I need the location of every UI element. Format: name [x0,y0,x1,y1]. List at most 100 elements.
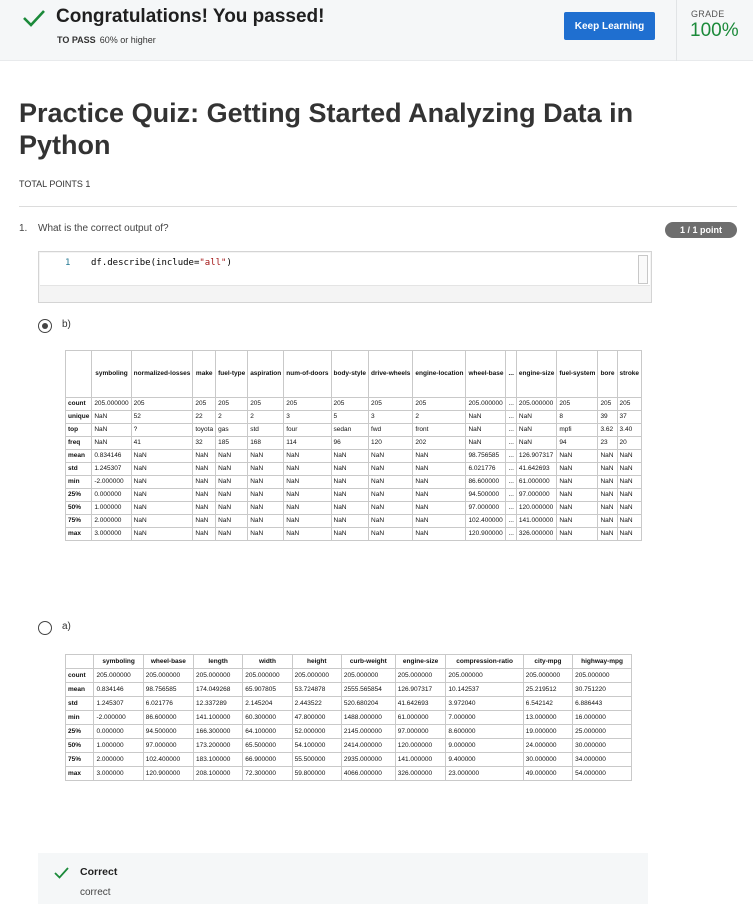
check-icon [54,867,69,879]
table-cell: NaN [597,527,618,541]
table-cell: 1.000000 [91,501,132,515]
row-label: max [64,527,93,541]
table-cell: NaN [597,462,618,476]
option-a-radio[interactable] [38,621,52,635]
table-cell: 3.40 [616,423,643,437]
table-cell: 102.400000 [465,514,507,528]
table-cell: 205.000000 [515,397,558,411]
table-cell: NaN [412,488,467,502]
row-label: freq [64,436,93,450]
table-cell: 7.000000 [445,710,524,725]
column-header: length [192,654,244,669]
table-row: count 205.000000 205.000000 205.000000 205.0… [64,668,632,683]
table-cell: 205.000000 [291,668,342,683]
table-cell: 61.000000 [394,710,447,725]
table-cell: NaN [247,527,285,541]
table-cell: 61.000000 [515,475,558,489]
table-cell: 22 [192,410,217,424]
divider [19,206,737,207]
table-cell: NaN [616,501,643,515]
table-cell: NaN [283,527,332,541]
table-cell: 1.245307 [91,462,132,476]
table-cell: NaN [556,462,599,476]
table-cell: 205.000000 [445,668,524,683]
table-cell: 141.100000 [192,710,244,725]
grade-value: 100% [690,20,739,41]
column-header: body-style [330,350,370,398]
table-cell: 37 [616,410,643,424]
option-a-table: symboling wheel-base length width height curb… [64,654,632,781]
table-cell: 65.907805 [242,682,293,697]
question-text: What is the correct output of? [38,223,169,234]
table-cell: 1.000000 [93,738,144,753]
table-cell: NaN [412,527,467,541]
column-header: curb-weight [340,654,396,669]
table-cell: NaN [368,462,414,476]
column-header: normalized-losses [130,350,194,398]
row-label: 50% [64,501,93,515]
table-cell: NaN [556,488,599,502]
code-editor[interactable]: 1 df.describe(include="all") [40,253,650,286]
row-label: mean [64,682,95,697]
table-row: max 3.000000 120.900000 208.100000 72.300000… [64,766,632,781]
table-cell: NaN [330,462,370,476]
table-row: max 3.000000 NaN NaN NaN NaN NaN NaN NaN NaN 120.9… [64,527,643,541]
row-label: mean [64,449,93,463]
table-cell: NaN [515,436,558,450]
table-cell: 2.443522 [291,696,342,711]
table-cell: 53.724878 [291,682,342,697]
table-cell: 6.542142 [522,696,574,711]
table-cell: 3 [283,410,332,424]
table-cell: ... [505,397,517,411]
table-cell: 72.300000 [242,766,293,781]
table-cell: 6.886443 [572,696,632,711]
column-header: compression-ratio [445,654,524,669]
table-cell: NaN [215,501,249,515]
table-cell: 205 [283,397,332,411]
keep-learning-button[interactable]: Keep Learning [564,12,655,40]
table-cell: 208.100000 [192,766,244,781]
code-scrollbar[interactable] [638,255,648,284]
table-cell: NaN [616,514,643,528]
table-cell: NaN [215,514,249,528]
table-cell: NaN [130,527,194,541]
column-header: make [192,350,217,398]
table-cell: 102.400000 [142,752,194,767]
table-row: count 205.000000 205 205 205 205 205 205 205 205 2… [64,397,643,411]
column-header: symboling [91,350,132,398]
table-cell: NaN [368,501,414,515]
row-label: unique [64,410,93,424]
grade-label: GRADE [691,9,725,19]
table-cell: 2555.565854 [340,682,396,697]
table-cell: -2.000000 [91,475,132,489]
table-cell: 185 [215,436,249,450]
table-cell: NaN [597,501,618,515]
table-cell: 3.000000 [91,527,132,541]
points-badge: 1 / 1 point [665,222,737,238]
table-cell: NaN [91,423,132,437]
table-cell: 39 [597,410,618,424]
table-cell: NaN [91,410,132,424]
table-cell: NaN [247,514,285,528]
table-cell: 120.900000 [142,766,194,781]
table-cell: 25.000000 [572,724,632,739]
table-cell: sedan [330,423,370,437]
table-row: std 1.245307 NaN NaN NaN NaN NaN NaN NaN NaN 6.021… [64,462,643,476]
table-cell: NaN [192,527,217,541]
table-cell: 120.000000 [394,738,447,753]
row-label: min [64,710,95,725]
column-header: fuel-type [215,350,249,398]
result-banner: Congratulations! You passed! TO PASS 60% … [0,0,753,61]
table-cell: 23.000000 [445,766,524,781]
table-cell: 60.300000 [242,710,293,725]
column-header: height [291,654,342,669]
option-b-table: symboling normalized-losses make fuel-type a… [64,350,643,541]
table-cell: NaN [283,475,332,489]
pass-requirement: TO PASS 60% or higher [57,35,156,45]
option-b-radio[interactable] [38,319,52,333]
table-row: min -2.000000 NaN NaN NaN NaN NaN NaN NaN NaN 86.6… [64,475,643,489]
table-cell: 34.000000 [572,752,632,767]
column-header: city-mpg [522,654,574,669]
table-cell: NaN [192,449,217,463]
table-cell: 52 [130,410,194,424]
